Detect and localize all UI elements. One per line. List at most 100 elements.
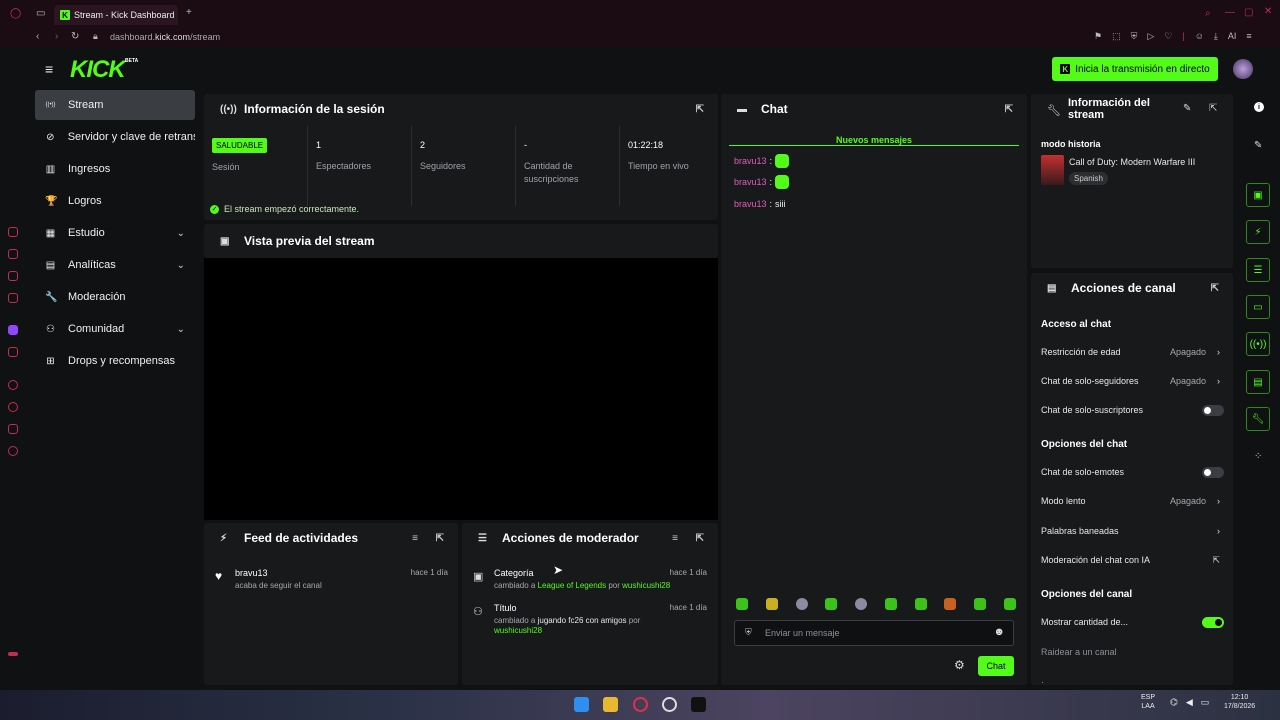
new-messages-label[interactable]: Nuevos mensajes <box>829 135 919 145</box>
emote-icon[interactable] <box>855 598 868 610</box>
toggle-switch[interactable] <box>1202 616 1224 628</box>
windows-start-icon[interactable] <box>574 697 589 712</box>
address-bar[interactable]: dashboard.kick.com/stream <box>110 32 220 42</box>
session-widget-button[interactable]: ▣ <box>1246 183 1270 207</box>
browser-tab[interactable]: K Stream - Kick Dashboard <box>54 5 178 25</box>
snapshot-icon[interactable]: ⬚ <box>1112 31 1121 42</box>
popout-icon[interactable]: ⇱ <box>436 533 444 544</box>
mod-actions-widget-button[interactable]: ☰ <box>1246 258 1270 282</box>
emote-icon[interactable] <box>1003 598 1016 610</box>
emoji-icon[interactable]: ☻ <box>993 626 1005 638</box>
pencil-icon[interactable]: ✎ <box>1254 140 1262 151</box>
volume-icon[interactable]: ◀︎ <box>1186 697 1193 708</box>
shopping-icon[interactable] <box>8 249 18 259</box>
sidebar-item-ingresos[interactable]: ▥ Ingresos <box>35 154 195 184</box>
messenger-icon[interactable] <box>8 271 18 281</box>
emote-icon[interactable] <box>944 598 957 610</box>
setting-row[interactable]: Restricción de edad Apagado › <box>1041 345 1224 359</box>
go-live-button[interactable]: K Inicia la transmisión en directo <box>1052 57 1218 81</box>
browser-menu-icon[interactable]: ≡ <box>1246 31 1251 42</box>
close-icon[interactable]: ✕ <box>1264 6 1272 17</box>
play-icon[interactable]: ▷ <box>1147 31 1154 42</box>
tab-menu-icon[interactable]: ▭ <box>36 8 45 19</box>
opera-logo-icon[interactable]: ◯ <box>10 8 21 19</box>
filter-icon[interactable]: ≡ <box>672 533 678 544</box>
sidebar-item-drops[interactable]: ⊞ Drops y recompensas <box>35 346 195 376</box>
popout-icon[interactable]: ⇱ <box>1211 283 1219 294</box>
setting-row[interactable]: Chat de solo-emotes <box>1041 465 1224 479</box>
emote-icon[interactable] <box>914 598 927 610</box>
stream-preview-video[interactable] <box>204 258 718 520</box>
back-icon[interactable]: ‹ <box>36 31 39 42</box>
broadcast-widget-button[interactable]: ((•)) <box>1246 332 1270 356</box>
opera-gx-icon[interactable] <box>633 697 648 712</box>
send-chat-button[interactable]: Chat <box>978 656 1014 676</box>
battery-icon[interactable]: ▭ <box>1201 697 1210 708</box>
sidebar-item-moderación[interactable]: 🔧 Moderación <box>35 282 195 312</box>
settings-icon[interactable] <box>8 446 18 456</box>
sidebar-item-servidor[interactable]: ⊘ Servidor y clave de retrans <box>35 122 195 152</box>
percent-icon[interactable] <box>8 347 18 357</box>
info-icon[interactable]: i <box>1254 102 1264 112</box>
toggle-switch[interactable] <box>1202 404 1224 416</box>
forward-icon[interactable]: › <box>55 31 58 42</box>
network-icon[interactable]: ⌬ <box>1170 697 1178 708</box>
profile-icon[interactable]: ☺ <box>1195 31 1204 42</box>
mail-icon[interactable] <box>8 293 18 303</box>
channel-actions-widget-button[interactable]: ▤ <box>1246 370 1270 394</box>
chat-input[interactable]: ⛨ Enviar un mensaje ☻ <box>734 620 1014 646</box>
clock[interactable]: 12:10 17/8/2026 <box>1224 693 1255 711</box>
heart-icon[interactable]: ♡ <box>1164 31 1172 42</box>
chevron-down-icon[interactable]: ⌄ <box>177 228 185 239</box>
edit-icon[interactable]: ✎ <box>1183 103 1191 114</box>
emote-icon[interactable] <box>974 598 987 610</box>
emote-icon[interactable] <box>795 598 808 610</box>
search-icon[interactable]: ⌕ <box>1205 8 1211 19</box>
sidebar-item-analíticas[interactable]: ▤ Analíticas ⌄ <box>35 250 195 280</box>
reload-icon[interactable]: ↻ <box>71 31 79 42</box>
mod-action-user[interactable]: wushicushi28 <box>494 626 542 635</box>
more-widgets-icon[interactable]: ⁘ <box>1254 451 1262 462</box>
emote-icon[interactable] <box>765 598 778 610</box>
ai-button[interactable]: AI <box>1228 31 1237 42</box>
chat-username[interactable]: bravu13 <box>734 199 767 209</box>
filter-icon[interactable]: ≡ <box>412 533 418 544</box>
setting-row[interactable]: Chat de solo-suscriptores <box>1041 403 1224 417</box>
emote-icon[interactable] <box>736 598 748 610</box>
gx-icon[interactable] <box>8 652 18 656</box>
popout-icon[interactable]: ⇱ <box>696 104 704 115</box>
setting-row[interactable]: Moderación del chat con IA ⇱ <box>1041 553 1224 567</box>
chevron-down-icon[interactable]: ⌄ <box>177 324 185 335</box>
shield-icon[interactable]: ⛨ <box>1131 31 1138 42</box>
setting-row[interactable]: Chat de solo-seguidores Apagado › <box>1041 374 1224 388</box>
avatar[interactable] <box>1233 59 1253 79</box>
speed-dial-icon[interactable] <box>8 227 18 237</box>
game-name[interactable]: Call of Duty: Modern Warfare III <box>1069 157 1195 167</box>
chat-username[interactable]: bravu13 <box>734 177 767 187</box>
chat-username[interactable]: bravu13 <box>734 156 767 166</box>
chat-widget-button[interactable]: ▭ <box>1246 295 1270 319</box>
chevron-down-icon[interactable]: ⌄ <box>177 260 185 271</box>
hamburger-menu-icon[interactable]: ≡ <box>45 61 53 77</box>
sidebar-item-stream[interactable]: ((•)) Stream <box>35 90 195 120</box>
stream-info-widget-button[interactable]: 🔧︎ <box>1246 407 1270 431</box>
sidebar-item-logros[interactable]: 🏆 Logros <box>35 186 195 216</box>
language-indicator[interactable]: ESP LAA <box>1141 693 1155 711</box>
sidebar-item-estudio[interactable]: ▦ Estudio ⌄ <box>35 218 195 248</box>
setting-row[interactable]: Modo lento Apagado › <box>1041 494 1224 508</box>
file-explorer-icon[interactable] <box>603 697 618 712</box>
emote-icon[interactable] <box>825 598 838 610</box>
history-icon[interactable] <box>8 402 18 412</box>
gear-icon[interactable]: ⚙ <box>954 658 965 672</box>
bookmark-icon[interactable]: ⚑ <box>1094 31 1102 42</box>
player-icon[interactable] <box>8 380 18 390</box>
download-icon[interactable]: ⤓ <box>1214 31 1218 42</box>
popout-icon[interactable]: ⇱ <box>1005 104 1013 115</box>
setting-row[interactable]: Mostrar cantidad de... <box>1041 615 1224 629</box>
configure-goals-row[interactable]: · <box>1041 675 1224 685</box>
twitch-icon[interactable] <box>8 325 18 335</box>
mod-action-user[interactable]: wushicushi28 <box>622 581 670 590</box>
popout-icon[interactable]: ⇱ <box>696 533 704 544</box>
setting-row[interactable]: Palabras baneadas › <box>1041 524 1224 538</box>
popout-icon[interactable]: ⇱ <box>1209 103 1217 114</box>
